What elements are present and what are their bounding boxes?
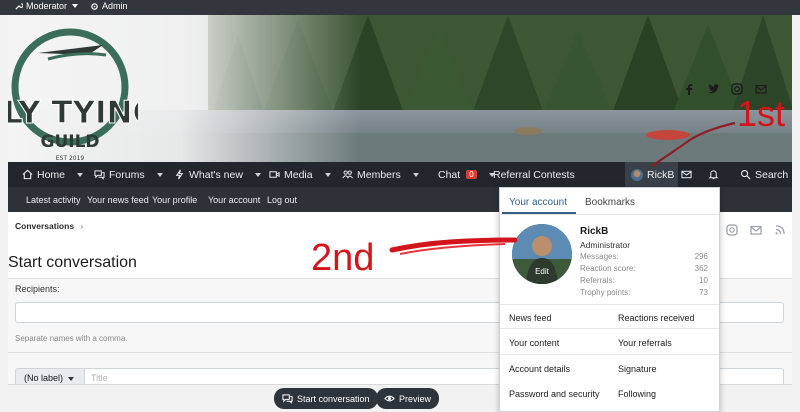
annotation-second: 2nd (311, 237, 375, 279)
annotation-strokes (389, 121, 736, 255)
annotation-first: 1st (737, 93, 786, 134)
